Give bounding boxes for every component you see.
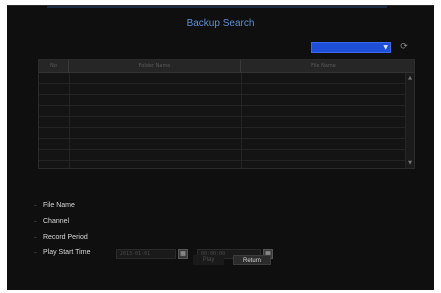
calendar-icon[interactable]: ▦ (178, 249, 188, 259)
table-row[interactable] (39, 95, 406, 106)
channel-label: Channel (43, 218, 70, 225)
table-header: No Folder Name File Name (39, 60, 414, 73)
bullet-icon: – (34, 219, 37, 225)
column-header-file-name[interactable]: File Name (241, 60, 406, 73)
dialog-title: Backup Search (186, 18, 255, 29)
table-row[interactable] (39, 84, 406, 95)
chevron-down-icon: ▼ (383, 44, 388, 51)
refresh-icon[interactable]: ⟳ (398, 41, 410, 53)
backup-search-dialog: Backup Search ▼ ⟳ No Folder Name File Na… (7, 5, 434, 290)
bullet-icon: – (34, 203, 37, 209)
column-header-no[interactable]: No (39, 60, 69, 73)
table-scrollbar[interactable]: ▲ ▼ (405, 73, 414, 168)
backup-file-table: No Folder Name File Name ▲ ▼ (38, 59, 415, 169)
device-dropdown[interactable]: ▼ (311, 42, 391, 53)
bullet-icon: – (34, 250, 37, 256)
play-start-time-label: Play Start Time (43, 249, 91, 256)
file-name-label: File Name (43, 202, 75, 209)
table-row[interactable] (39, 117, 406, 128)
table-row[interactable] (39, 128, 406, 139)
table-row[interactable] (39, 106, 406, 117)
table-row[interactable] (39, 73, 406, 84)
return-button[interactable]: Return (233, 255, 271, 265)
info-file-name: – File Name (34, 202, 75, 209)
column-header-folder-name[interactable]: Folder Name (69, 60, 241, 73)
info-record-period: – Record Period (34, 234, 88, 241)
scroll-down-icon[interactable]: ▼ (406, 160, 414, 166)
scroll-up-icon[interactable]: ▲ (406, 75, 414, 81)
table-row[interactable] (39, 150, 406, 161)
title-bar-line (47, 6, 387, 8)
info-channel: – Channel (34, 218, 69, 225)
bullet-icon: – (34, 235, 37, 241)
info-play-start-time: – Play Start Time (34, 249, 90, 256)
table-row[interactable] (39, 139, 406, 150)
play-start-date-field[interactable]: 2013-01-01 (116, 249, 176, 259)
record-period-label: Record Period (43, 234, 88, 241)
play-button[interactable]: Play (193, 255, 224, 265)
